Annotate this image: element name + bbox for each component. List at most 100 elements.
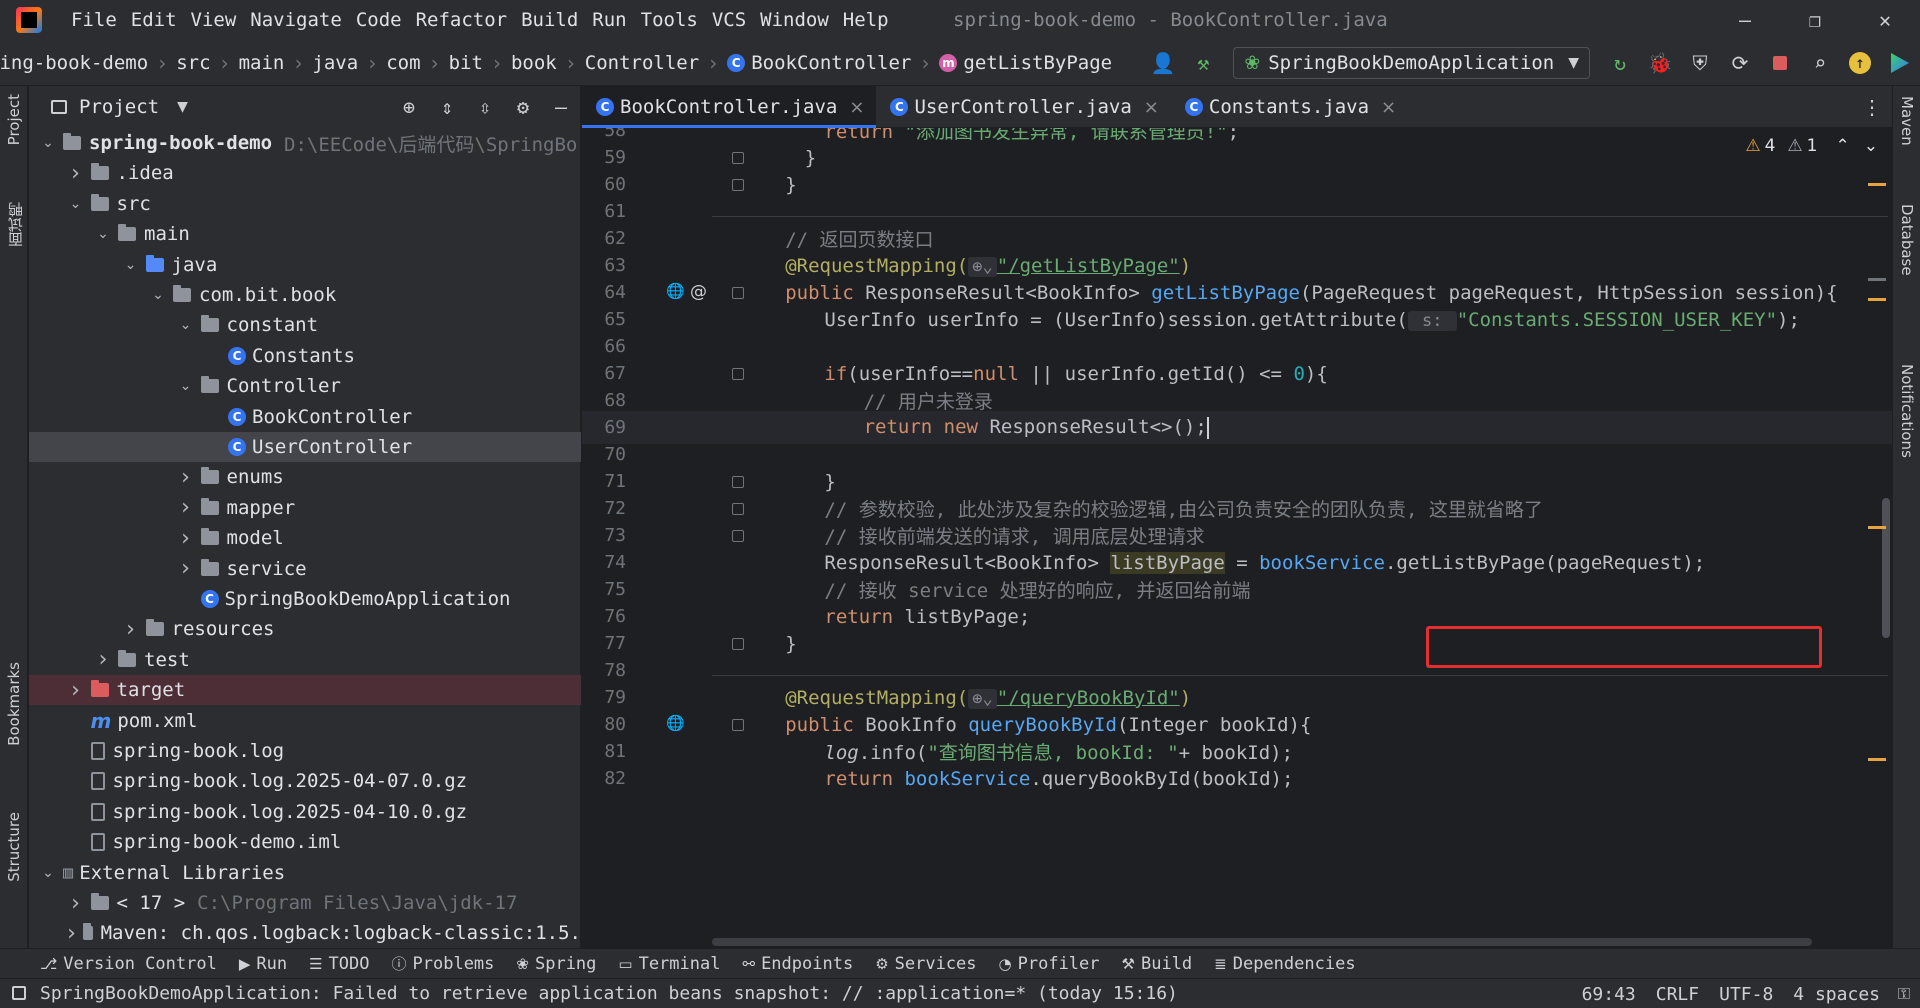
breadcrumb-item[interactable]: src [176,52,210,74]
menu-navigate[interactable]: Navigate [243,0,349,40]
breadcrumb-item[interactable]: main [239,52,285,74]
more-icon[interactable]: ⋮ [1862,86,1882,128]
tab-bookcontroller[interactable]: C BookController.java × [582,86,877,128]
fold-marker-icon[interactable] [732,179,744,191]
scrollbar-marker[interactable] [1868,183,1886,186]
tab-usercontroller[interactable]: C UserController.java × [876,86,1170,128]
run-configuration-select[interactable]: ❀ SpringBookDemoApplication ▼ [1233,47,1590,79]
scrollbar-marker[interactable] [1868,526,1886,529]
tree-item[interactable]: › resources [29,614,581,644]
chevron-down-icon[interactable]: ⌄ [39,865,57,881]
tree-item[interactable]: ⌄ constant [29,310,581,340]
caret-position[interactable]: 69:43 [1582,984,1636,1005]
chevron-down-icon[interactable]: ▼ [177,99,188,115]
globe-icon[interactable]: ⊕⌄ [968,256,997,277]
tree-item[interactable]: › service [29,554,581,584]
chevron-right-icon[interactable]: › [177,465,195,490]
menu-view[interactable]: View [184,0,244,40]
search-icon[interactable]: ⌕ [1802,45,1838,81]
tree-item[interactable]: ⌄ main [29,219,581,249]
tree-item[interactable]: ⌄ src [29,189,581,219]
tree-item[interactable]: spring-book.log.2025-04-07.0.gz [29,766,581,796]
globe-icon[interactable]: ⊕⌄ [968,688,997,709]
fold-marker-icon[interactable] [732,530,744,542]
endpoint-icon[interactable]: 🌐 [666,282,685,300]
endpoint-icon[interactable]: 🌐 [666,714,685,732]
close-icon[interactable]: ✕ [1850,0,1920,40]
menu-build[interactable]: Build [514,0,585,40]
profile-icon[interactable]: ⟳ [1722,45,1758,81]
chevron-right-icon[interactable]: › [177,495,195,520]
tab-constants[interactable]: C Constants.java × [1171,86,1408,128]
stripe-database[interactable]: Database [1898,204,1916,276]
tree-item[interactable]: m pom.xml [29,706,581,736]
tree-item[interactable]: › mapper [29,493,581,523]
tree-item[interactable]: › enums [29,462,581,492]
tool-window-todo[interactable]: ☰ TODO [309,954,369,974]
horizontal-scrollbar[interactable] [712,938,1812,946]
jetbrains-ai-icon[interactable] [1882,45,1918,81]
tree-item[interactable]: › target [29,675,581,706]
tree-item[interactable]: C UserController [29,432,581,462]
menu-refactor[interactable]: Refactor [409,0,515,40]
scrollbar-marker[interactable] [1868,298,1886,301]
chevron-right-icon[interactable]: › [177,526,195,551]
tree-item[interactable]: › test [29,645,581,675]
hammer-icon[interactable]: ⚒ [1185,45,1221,81]
tree-item[interactable]: ⌄ com.bit.book [29,280,581,310]
locate-icon[interactable]: ⊕ [390,95,428,119]
code-editor[interactable]: ⚠ 4 ⚠ 1 ⌃ ⌄ 58 return "添加图书发生异常, 请联系管理员!"… [582,128,1892,948]
fold-marker-icon[interactable] [732,368,744,380]
tree-item[interactable]: spring-book-demo.iml [29,827,581,857]
fold-marker-icon[interactable] [732,287,744,299]
tree-item[interactable]: › Maven: ch.qos.logback:logback-classic:1… [29,918,581,948]
tree-item[interactable]: › .idea [29,158,581,188]
breadcrumb-item[interactable]: bit [449,52,483,74]
user-icon[interactable]: 👤 [1145,45,1181,81]
status-message[interactable]: SpringBookDemoApplication: Failed to ret… [40,983,1178,1004]
chevron-down-icon[interactable]: ⌄ [149,287,167,303]
tree-item[interactable]: ⌄ java [29,250,581,280]
tool-window-spring[interactable]: ❀ Spring [516,954,596,974]
close-icon[interactable]: × [1144,97,1159,118]
chevron-right-icon[interactable]: › [67,921,77,946]
project-title[interactable]: Project [79,96,159,118]
intellij-logo-icon[interactable] [16,7,42,33]
breadcrumb-item[interactable]: book [511,52,557,74]
breadcrumb-item[interactable]: C BookController [727,52,911,74]
tree-item[interactable]: ⌄ spring-book-demo D:\EECode\后端代码\SpringBo [29,128,581,158]
restore-icon[interactable]: ❐ [1780,0,1850,40]
breadcrumb-item[interactable]: m getListByPage [939,52,1112,74]
rerun-icon[interactable]: ↻ [1602,45,1638,81]
chevron-down-icon[interactable]: ⌄ [94,226,112,242]
stripe-bookmarks[interactable]: Bookmarks [5,662,23,746]
chevron-right-icon[interactable]: › [122,617,140,642]
tree-item[interactable]: C BookController [29,402,581,432]
at-sign-icon[interactable]: @ [690,282,707,302]
tool-window-profiler[interactable]: ◔ Profiler [999,954,1100,974]
menu-window[interactable]: Window [753,0,836,40]
breadcrumb-item[interactable]: Controller [585,52,699,74]
stripe-maven[interactable]: Maven [1898,96,1916,146]
stripe-project[interactable]: Project [5,94,23,145]
stripe-mianshiya[interactable]: 面试鸭 [5,202,26,247]
tool-window-dependencies[interactable]: ≣ Dependencies [1214,954,1355,974]
code-line[interactable]: 82 return bookService.queryBookById(bookI… [582,762,1892,795]
breadcrumb-item[interactable]: ring-book-demo [0,52,148,74]
stripe-structure[interactable]: Structure [5,812,23,882]
status-toggle-icon[interactable] [12,986,26,1000]
scrollbar-marker[interactable] [1868,758,1886,761]
scrollbar-marker[interactable] [1868,278,1886,281]
menu-code[interactable]: Code [349,0,409,40]
file-encoding[interactable]: UTF-8 [1719,984,1773,1005]
chevron-right-icon[interactable]: › [67,161,85,186]
chevron-right-icon[interactable]: › [177,556,195,581]
breadcrumb-item[interactable]: com [386,52,420,74]
menu-tools[interactable]: Tools [634,0,705,40]
fold-marker-icon[interactable] [732,638,744,650]
update-icon[interactable]: ↑ [1842,45,1878,81]
tool-window-run[interactable]: ▶ Run [239,954,287,974]
tree-item[interactable]: spring-book.log [29,736,581,766]
tool-window-services[interactable]: ⚙ Services [875,954,976,974]
menu-vcs[interactable]: VCS [705,0,753,40]
